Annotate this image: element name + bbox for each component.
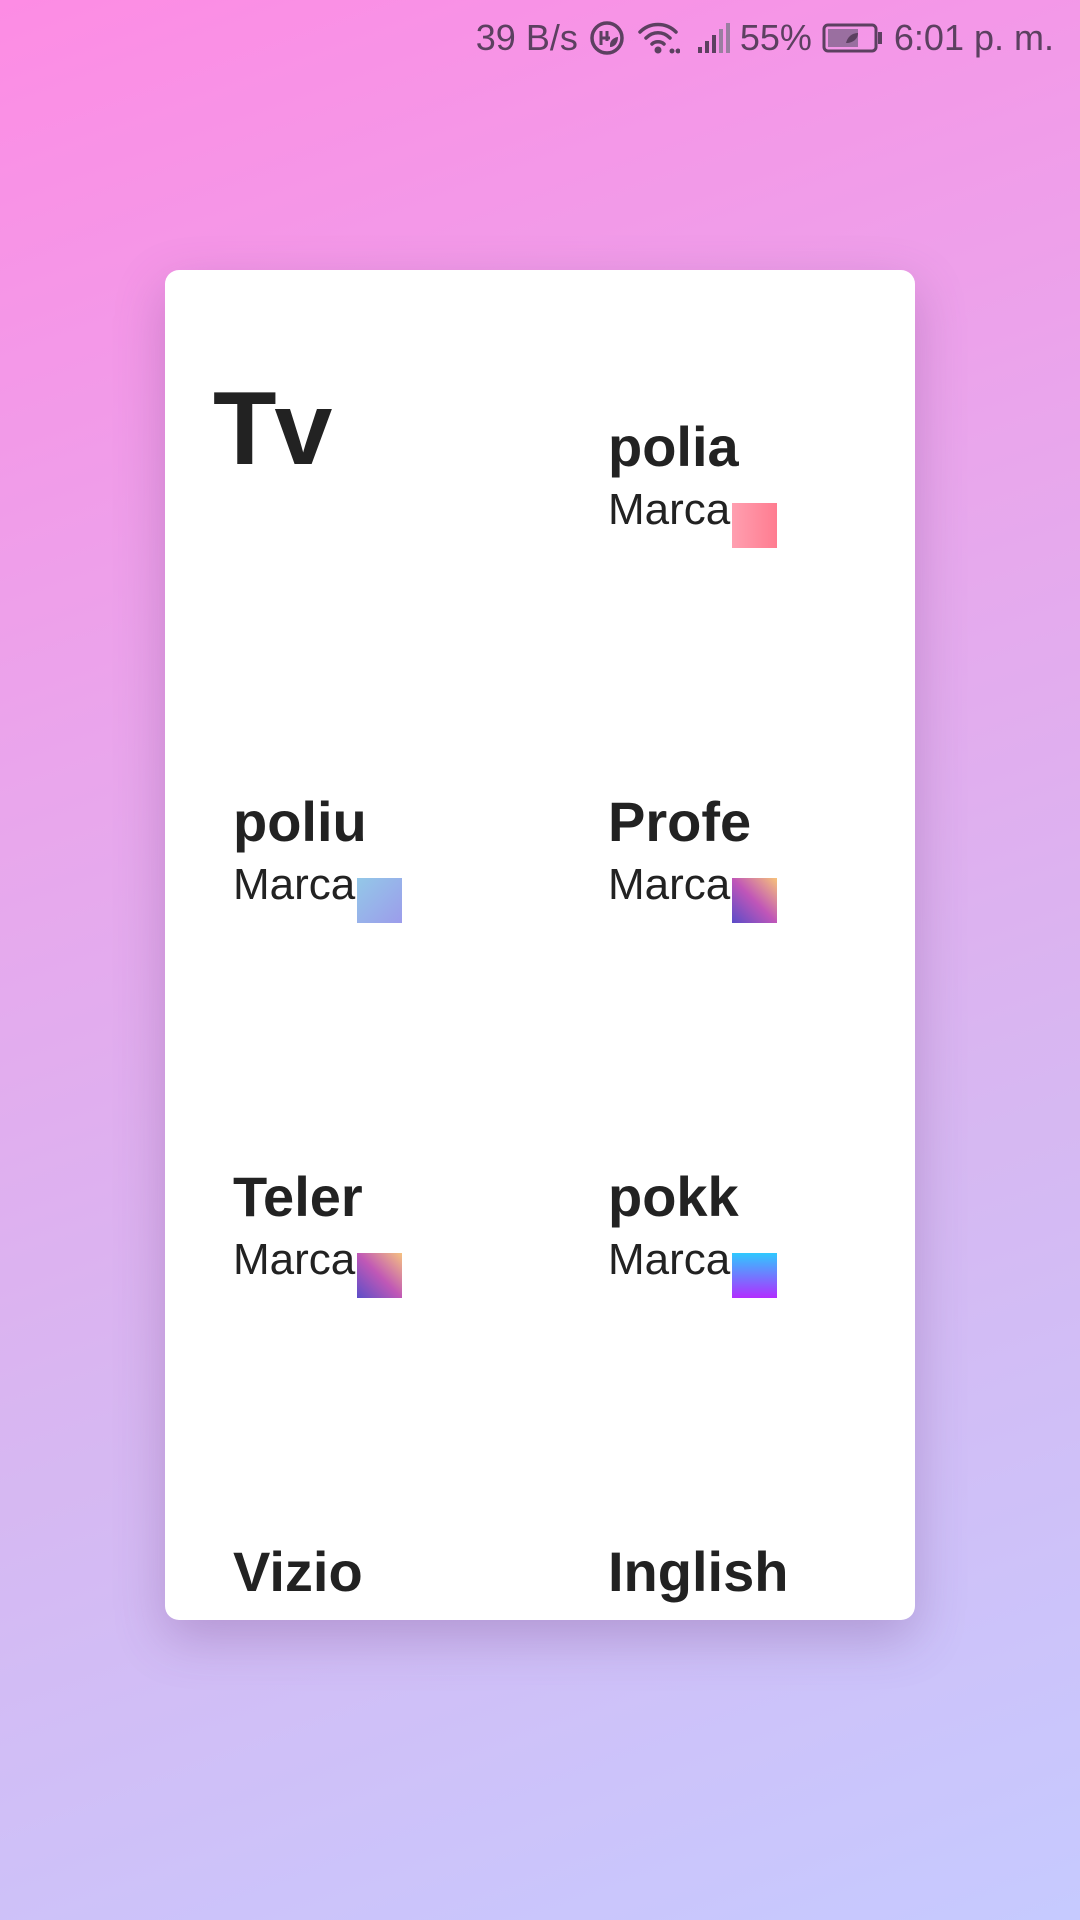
category-card: Tv polia Marca poliu Marca Profe Marca T… — [165, 270, 915, 1620]
color-swatch — [732, 1253, 778, 1298]
wifi-icon — [636, 20, 680, 56]
tile-name: polia — [608, 415, 739, 478]
battery-icon — [822, 22, 884, 54]
tile-name: pokk — [608, 1165, 739, 1228]
battery-percent: 55% — [739, 17, 812, 58]
data-saver-icon — [588, 19, 626, 57]
color-swatch — [732, 878, 778, 923]
tile-brand-label: Marca — [608, 485, 731, 534]
tile-brand-label: Marca — [233, 860, 356, 909]
color-swatch — [357, 1253, 403, 1298]
brand-tile-teler[interactable]: Teler Marca — [233, 1165, 513, 1325]
cell-signal-icon — [696, 21, 730, 55]
brand-tile-poliu[interactable]: poliu Marca — [233, 790, 513, 950]
tile-brand-label: Marca — [608, 1235, 731, 1284]
status-bar: 39 B/s 55% 6:01 p. m. — [0, 0, 1080, 76]
tile-brand-label: Marca — [608, 860, 731, 909]
category-title: Tv — [213, 371, 332, 487]
color-swatch — [357, 878, 403, 923]
brand-tile-inglish[interactable]: Inglish — [608, 1540, 888, 1620]
tile-name: Inglish — [608, 1540, 789, 1603]
tile-name: Profe — [608, 790, 752, 853]
clock: 6:01 p. m. — [893, 17, 1054, 58]
tile-brand-label: Marca — [233, 1235, 356, 1284]
brand-tile-polia[interactable]: polia Marca — [608, 415, 888, 575]
brand-tile-vizio[interactable]: Vizio — [233, 1540, 513, 1620]
brand-tile-profe[interactable]: Profe Marca — [608, 790, 888, 950]
network-speed: 39 B/s — [475, 17, 578, 58]
color-swatch — [732, 503, 778, 548]
tile-name: poliu — [233, 790, 367, 853]
tile-name: Teler — [233, 1165, 363, 1228]
brand-tile-pokk[interactable]: pokk Marca — [608, 1165, 888, 1325]
tile-name: Vizio — [233, 1540, 363, 1603]
